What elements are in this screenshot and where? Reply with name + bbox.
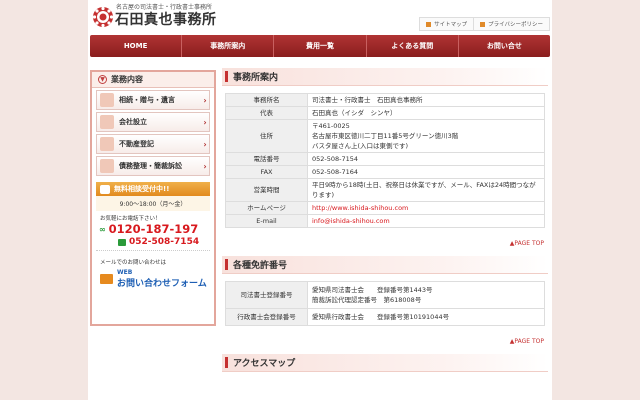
section-title-licenses: 各種免許番号 xyxy=(222,256,548,274)
main-content: 事務所案内 事務所名 司法書士・行政書士 石田真也事務所 代表 石田真也（イシダ… xyxy=(222,68,548,372)
main-nav: HOME 事務所案内 費用一覧 よくある質問 お問い合せ xyxy=(90,35,550,57)
table-row: 住所 〒461-0025 名古屋市東区徳川二丁目11番5号グリーン徳川3階 バス… xyxy=(225,119,545,153)
privacy-policy-link-label: プライバシーポリシー xyxy=(488,22,543,28)
row-label: 司法書士登録番号 xyxy=(225,281,308,309)
sitemap-link[interactable]: サイトマップ xyxy=(420,18,473,30)
web-form-small-label: WEB xyxy=(117,269,133,276)
nav-faq[interactable]: よくある質問 xyxy=(365,35,458,57)
chevron-down-icon: ▼ xyxy=(98,75,107,84)
section-marker xyxy=(225,259,228,270)
table-row: 司法書士登録番号 愛知県司法書士会 登録番号第1443号 簡裁訴訟代理認定番号 … xyxy=(225,281,545,309)
section-title-label: 各種免許番号 xyxy=(233,261,288,271)
row-value: 愛知県司法書士会 登録番号第1443号 簡裁訴訟代理認定番号 第618008号 xyxy=(307,281,545,309)
row-label: ホームページ xyxy=(225,201,308,215)
row-label: E-mail xyxy=(225,214,308,228)
sidebar-heading: ▼ 業務内容 xyxy=(92,72,214,88)
office-table: 事務所名 司法書士・行政書士 石田真也事務所 代表 石田真也（イシダ シンヤ） … xyxy=(225,93,545,228)
table-row: 営業時間 平日9時から18時(土日、祝祭日は休業ですが、メール、FAXは24時間… xyxy=(225,178,545,202)
table-row: 代表 石田真也（イシダ シンヤ） xyxy=(225,106,545,120)
table-row: FAX 052-508-7164 xyxy=(225,165,545,179)
page-top-link[interactable]: ▲PAGE TOP xyxy=(222,338,548,345)
bullet-icon xyxy=(426,21,432,27)
section-title-label: 事務所案内 xyxy=(233,73,279,83)
building-icon xyxy=(100,115,114,129)
sidebar-item-label: 会社設立 xyxy=(119,118,147,126)
site-header: 名古屋の司法書士・行政書士事務所 石田真也事務所 サイトマップ プライバシーポリ… xyxy=(88,0,552,34)
row-label: 営業時間 xyxy=(225,178,308,202)
house-icon xyxy=(100,137,114,151)
logo-icon[interactable] xyxy=(92,6,114,28)
bullet-icon xyxy=(480,21,486,27)
sidebar-item-inheritance[interactable]: 相続・贈与・遺言 › xyxy=(96,90,210,110)
table-row: 電話番号 052-508-7154 xyxy=(225,152,545,166)
header-links: サイトマップ プライバシーポリシー xyxy=(419,17,550,31)
document-icon xyxy=(100,159,114,173)
sidebar-item-label: 債務整理・簡裁訴訟 xyxy=(119,162,182,170)
sidebar-item-debt[interactable]: 債務整理・簡裁訴訟 › xyxy=(96,156,210,176)
chevron-right-icon: › xyxy=(203,161,207,171)
row-label: 事務所名 xyxy=(225,93,308,107)
row-value: 司法書士・行政書士 石田真也事務所 xyxy=(307,93,545,107)
nav-office[interactable]: 事務所案内 xyxy=(181,35,273,57)
row-label: 行政書士会登録番号 xyxy=(225,308,308,326)
privacy-policy-link[interactable]: プライバシーポリシー xyxy=(473,18,549,30)
section-title-access: アクセスマップ xyxy=(222,354,548,372)
family-icon xyxy=(100,93,114,107)
phone-icon xyxy=(118,238,126,246)
row-value: 052-508-7164 xyxy=(307,165,545,179)
sidebar-heading-label: 業務内容 xyxy=(111,75,143,84)
sidebar-item-realestate[interactable]: 不動産登記 › xyxy=(96,134,210,154)
chevron-right-icon: › xyxy=(203,117,207,127)
nav-home[interactable]: HOME xyxy=(90,35,181,57)
chevron-right-icon: › xyxy=(203,95,207,105)
mail-note: メールでのお問い合わせは xyxy=(96,250,210,269)
email-link[interactable]: info@ishida-shihou.com xyxy=(307,214,545,228)
free-consult-banner: 無料相談受付中!! xyxy=(96,182,210,196)
web-form-text: WEB お問い合わせフォーム xyxy=(117,269,207,289)
freedial-icon: ∞ xyxy=(99,224,106,234)
section-marker xyxy=(225,71,228,82)
license-table: 司法書士登録番号 愛知県司法書士会 登録番号第1443号 簡裁訴訟代理認定番号 … xyxy=(225,281,545,326)
row-value: 愛知県行政書士会 登録番号第10191044号 xyxy=(307,308,545,326)
tel-number[interactable]: 052-508-7154 xyxy=(96,236,210,247)
page: 名古屋の司法書士・行政書士事務所 石田真也事務所 サイトマップ プライバシーポリ… xyxy=(88,0,552,400)
row-value: 石田真也（イシダ シンヤ） xyxy=(307,106,545,120)
row-label: 代表 xyxy=(225,106,308,120)
web-form-label: お問い合わせフォーム xyxy=(117,279,207,289)
chevron-right-icon: › xyxy=(203,139,207,149)
homepage-link[interactable]: http://www.ishida-shihou.com xyxy=(307,201,545,215)
row-label: 住所 xyxy=(225,119,308,153)
table-row: 事務所名 司法書士・行政書士 石田真也事務所 xyxy=(225,93,545,107)
row-value: 平日9時から18時(土日、祝祭日は休業ですが、メール、FAXは24時間つながりま… xyxy=(307,178,545,202)
phone-icon xyxy=(100,184,110,194)
business-hours: 9:00〜18:00（月〜金） xyxy=(96,196,210,211)
row-value: 〒461-0025 名古屋市東区徳川二丁目11番5号グリーン徳川3階 バスタ屋さ… xyxy=(307,119,545,153)
sidebar-item-company[interactable]: 会社設立 › xyxy=(96,112,210,132)
tel-number-text: 052-508-7154 xyxy=(129,237,200,247)
sidebar-item-label: 相続・贈与・遺言 xyxy=(119,96,175,104)
table-row: 行政書士会登録番号 愛知県行政書士会 登録番号第10191044号 xyxy=(225,308,545,326)
page-top-link[interactable]: ▲PAGE TOP xyxy=(222,240,548,247)
site-title[interactable]: 石田真也事務所 xyxy=(115,9,217,29)
free-consult-label: 無料相談受付中!! xyxy=(114,185,170,193)
web-contact-form-button[interactable]: WEB お問い合わせフォーム xyxy=(96,269,210,289)
mail-icon xyxy=(100,274,113,284)
sitemap-link-label: サイトマップ xyxy=(434,22,468,28)
section-marker xyxy=(225,357,228,368)
section-title-office: 事務所案内 xyxy=(222,68,548,86)
nav-contact[interactable]: お問い合せ xyxy=(457,35,550,57)
sidebar-item-label: 不動産登記 xyxy=(119,140,154,148)
table-row: ホームページ http://www.ishida-shihou.com xyxy=(225,201,545,215)
table-row: E-mail info@ishida-shihou.com xyxy=(225,214,545,228)
freedial-number[interactable]: ∞ 0120-187-197 xyxy=(96,222,210,236)
call-note: お気軽にお電話下さい！ xyxy=(100,216,161,222)
row-label: 電話番号 xyxy=(225,152,308,166)
contact-box: 無料相談受付中!! 9:00〜18:00（月〜金） お気軽にお電話下さい！ ∞ … xyxy=(96,182,210,289)
sidebar: ▼ 業務内容 相続・贈与・遺言 › 会社設立 › 不動産登記 › 債務整理・簡裁… xyxy=(90,70,216,326)
freedial-number-text: 0120-187-197 xyxy=(108,222,199,236)
nav-fees[interactable]: 費用一覧 xyxy=(273,35,365,57)
row-value: 052-508-7154 xyxy=(307,152,545,166)
section-title-label: アクセスマップ xyxy=(233,359,296,369)
row-label: FAX xyxy=(225,165,308,179)
